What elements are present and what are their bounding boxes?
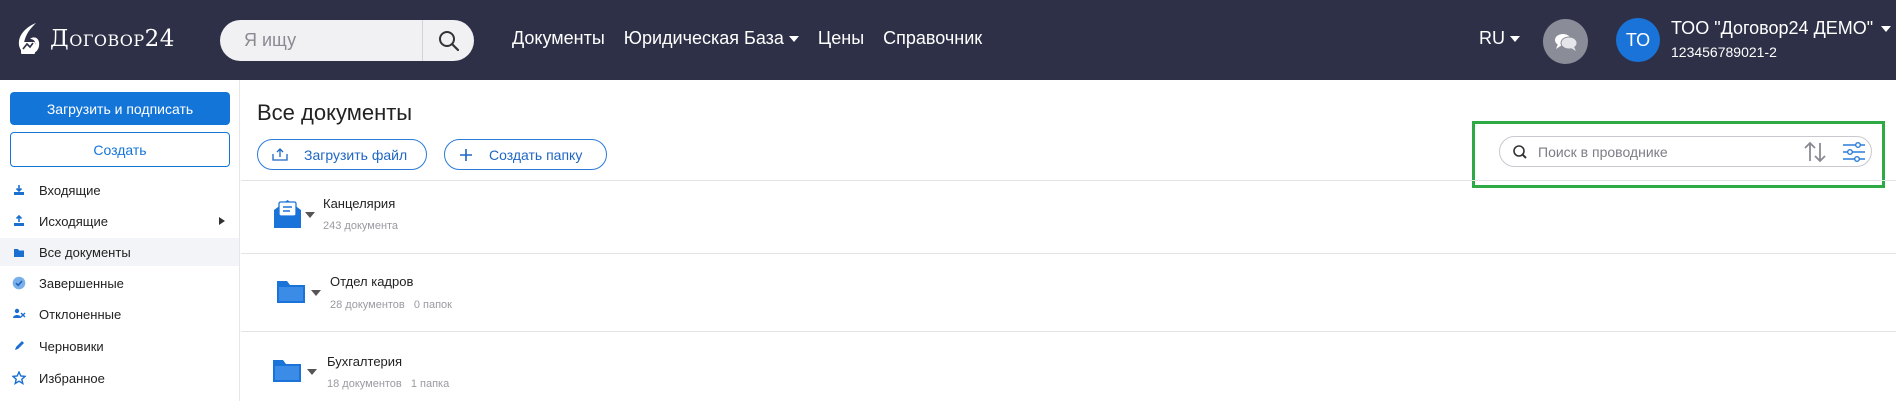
folder-name: Бухгалтерия [327, 354, 403, 369]
account-menu[interactable]: ТОО "Договор24 ДЕМО" 123456789021-2 [1671, 18, 1892, 60]
upload-file-label: Загрузить файл [304, 146, 408, 163]
plus-icon [459, 148, 473, 162]
nav-prices[interactable]: Цены [818, 28, 864, 49]
sidebar-item-label: Входящие [39, 182, 101, 198]
divider [241, 331, 1896, 332]
sidebar-item-label: Отклоненные [39, 306, 122, 322]
folder-count: 1 папка [410, 378, 450, 390]
check-circle-icon [12, 276, 26, 290]
rejected-users-icon [12, 307, 26, 321]
droplet-logo-icon [18, 23, 40, 54]
document-count: 28 документов [330, 299, 405, 311]
sidebar-item-rejected[interactable]: Отклоненные [0, 300, 239, 328]
language-label: RU [1479, 28, 1505, 48]
nav-legal-base[interactable]: Юридическая База [624, 28, 799, 49]
sort-icon[interactable] [1803, 141, 1827, 163]
upload-tray-icon [272, 148, 288, 161]
sidebar-item-completed[interactable]: Завершенные [0, 269, 239, 297]
outbox-upload-icon [12, 214, 26, 228]
folder-meta: 243 документа [323, 220, 398, 232]
create-folder-button[interactable]: Создать папку [444, 139, 607, 170]
search-icon [438, 30, 459, 51]
chevron-down-icon[interactable] [307, 369, 317, 375]
folder-meta: 18 документов 1 папка [327, 378, 449, 390]
account-id: 123456789021-2 [1671, 44, 1777, 60]
global-search-input[interactable] [220, 20, 422, 61]
nav-reference[interactable]: Справочник [883, 28, 982, 49]
chevron-down-icon [788, 35, 799, 42]
star-icon [12, 371, 26, 385]
folder-name: Отдел кадров [330, 274, 414, 289]
chevron-down-icon [1881, 25, 1892, 32]
upload-and-sign-button[interactable]: Загрузить и подписать [10, 92, 230, 125]
brand-name: Договор24 [50, 26, 175, 52]
create-folder-label: Создать папку [489, 146, 583, 163]
chat-button[interactable] [1543, 19, 1588, 64]
sidebar-item-label: Исходящие [39, 213, 108, 229]
document-count: 243 документа [323, 220, 399, 232]
nav-prices-label: Цены [817, 28, 865, 48]
sidebar-item-favorites[interactable]: Избранное [0, 364, 239, 392]
account-company: ТОО "Договор24 ДЕМО" [1671, 18, 1892, 39]
nav-reference-label: Справочник [883, 28, 983, 48]
upload-file-button[interactable]: Загрузить файл [257, 139, 427, 170]
sidebar-item-outgoing[interactable]: Исходящие [0, 207, 239, 235]
search-button[interactable] [422, 20, 474, 61]
folder-icon [12, 245, 26, 259]
folder-meta: 28 документов 0 папок [330, 299, 452, 311]
nav-legal-base-label: Юридическая База [623, 28, 784, 48]
nav-documents[interactable]: Документы [512, 28, 605, 49]
sidebar-item-drafts[interactable]: Черновики [0, 332, 239, 360]
sidebar-item-label: Завершенные [39, 275, 124, 291]
folder-icon [276, 278, 306, 304]
sidebar-item-incoming[interactable]: Входящие [0, 176, 239, 204]
folder-icon [272, 357, 302, 383]
explorer-search-input[interactable] [1538, 143, 1778, 160]
top-navbar: Договор24 Документы Юридическая База Цен… [0, 0, 1896, 80]
brand-logo[interactable]: Договор24 [14, 20, 175, 58]
sidebar: Загрузить и подписать Создать Входящие И… [0, 80, 240, 401]
sidebar-item-label: Черновики [39, 338, 104, 354]
sidebar-item-label: Избранное [39, 370, 105, 386]
sidebar-item-all-documents[interactable]: Все документы [0, 238, 239, 266]
pencil-icon [12, 339, 26, 353]
main-nav: Документы Юридическая База Цены Справочн… [512, 28, 982, 49]
page-title: Все документы [257, 100, 413, 125]
global-search [220, 20, 474, 61]
folder-name: Канцелярия [323, 196, 396, 211]
document-count: 18 документов [327, 378, 402, 390]
mail-folder-icon [273, 198, 302, 230]
avatar[interactable]: ТО [1616, 18, 1660, 62]
sidebar-item-label: Все документы [39, 244, 131, 260]
explorer-search [1499, 136, 1872, 167]
divider [241, 180, 1896, 181]
chevron-down-icon[interactable] [305, 212, 315, 218]
nav-documents-label: Документы [512, 28, 605, 48]
chevron-down-icon[interactable] [311, 290, 321, 296]
chevron-right-icon [219, 217, 225, 225]
inbox-download-icon [12, 183, 26, 197]
search-icon [1512, 144, 1528, 160]
language-selector[interactable]: RU [1479, 28, 1520, 49]
create-button[interactable]: Создать [10, 132, 230, 167]
divider [241, 253, 1896, 254]
chevron-down-icon [1510, 35, 1520, 42]
chat-bubbles-icon [1554, 33, 1577, 51]
account-company-label: ТОО "Договор24 ДЕМО" [1671, 18, 1874, 38]
filter-sliders-icon[interactable] [1842, 140, 1866, 164]
folder-count: 0 папок [413, 299, 452, 311]
